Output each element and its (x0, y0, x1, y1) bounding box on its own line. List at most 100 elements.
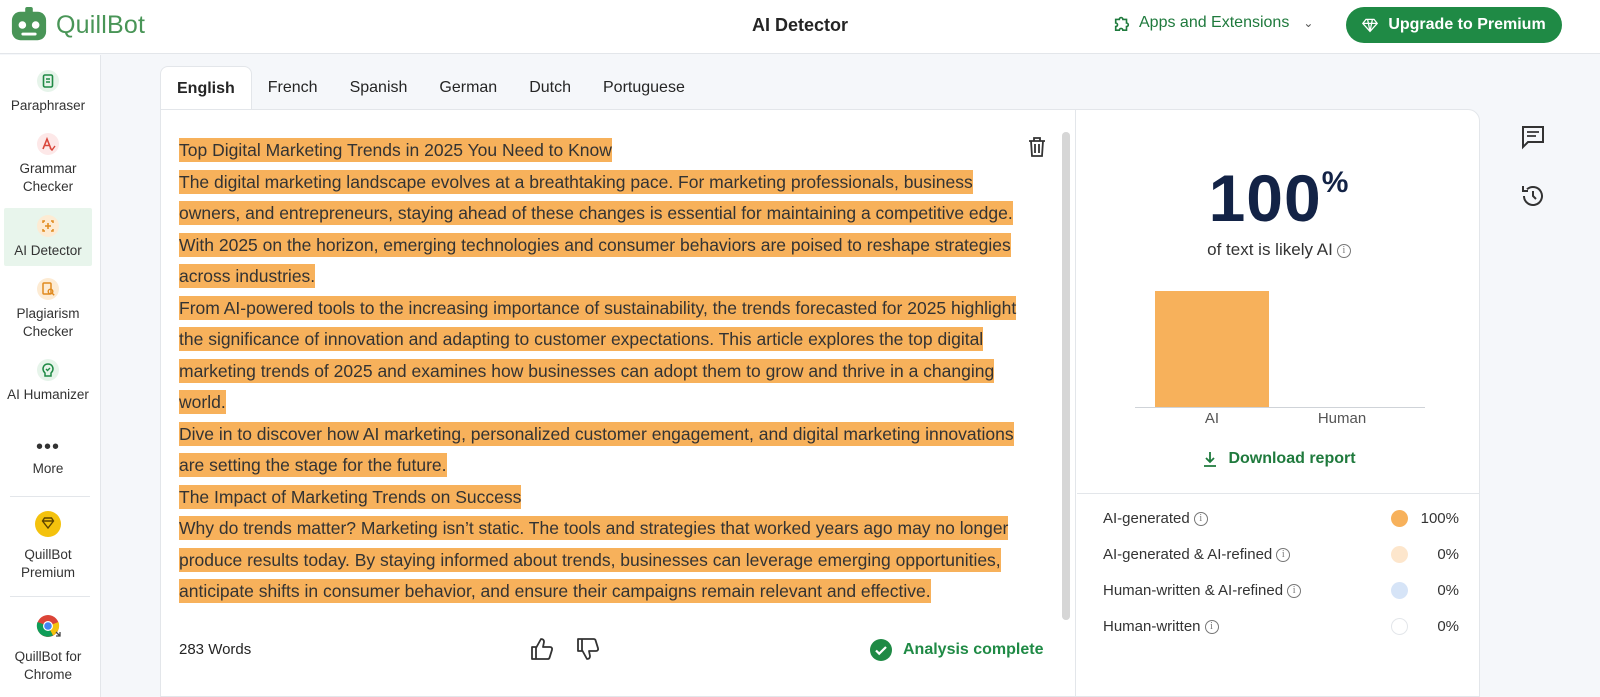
results-divider (1077, 493, 1479, 494)
info-icon[interactable]: i (1336, 243, 1351, 258)
sidebar-item-label: Plagiarism Checker (16, 306, 80, 339)
sidebar-item-quillbot-for-chrome[interactable]: QuillBot for Chrome (4, 612, 92, 686)
plagiarism-icon (37, 278, 59, 300)
language-tabs: English French Spanish German Dutch Port… (160, 66, 701, 110)
info-icon[interactable]: i (1287, 584, 1302, 599)
chart-bar-ai (1155, 291, 1269, 407)
tab-spanish[interactable]: Spanish (334, 66, 424, 110)
breakdown-value: 0% (1437, 618, 1459, 635)
paragraph: The digital marketing landscape evolves … (179, 167, 1019, 293)
feedback-comment-icon[interactable] (1520, 124, 1546, 150)
download-report-button[interactable]: Download report (1077, 450, 1479, 468)
detector-card: Top Digital Marketing Trends in 2025 You… (160, 109, 1480, 697)
upgrade-label: Upgrade to Premium (1388, 16, 1546, 33)
thumbs-up-icon[interactable] (529, 636, 555, 662)
paragraph: Why do trends matter? Marketing isn’t st… (179, 513, 1019, 608)
breakdown-row-ai-generated-ai-refined: AI-generated & AI-refined i 0% (1103, 544, 1463, 580)
tab-dutch[interactable]: Dutch (513, 66, 587, 110)
sidebar-item-ai-detector[interactable]: AI Detector (4, 208, 92, 266)
editor-footer: 283 Words Analysis complete (179, 636, 1059, 666)
download-label: Download report (1228, 450, 1356, 467)
puzzle-icon (1114, 16, 1130, 32)
status-text: Analysis complete (903, 641, 1044, 658)
diamond-icon (1362, 18, 1379, 33)
paragraph: From AI-powered tools to the increasing … (179, 293, 1019, 419)
thumbs-down-icon[interactable] (575, 636, 601, 662)
highlighted-text: The Impact of Marketing Trends on Succes… (179, 484, 522, 509)
paragraph: Top Digital Marketing Trends in 2025 You… (179, 135, 1019, 167)
paraphraser-icon (37, 70, 59, 92)
ai-score-value: 100 (1208, 161, 1322, 235)
sidebar-divider (10, 596, 90, 597)
sidebar-divider (10, 496, 90, 497)
tab-french[interactable]: French (252, 66, 334, 110)
percent-sign: % (1321, 166, 1350, 199)
grammar-icon (37, 133, 59, 155)
breakdown-label: Human-written & AI-refined i (1103, 582, 1302, 599)
editor-panel: Top Digital Marketing Trends in 2025 You… (161, 110, 1076, 696)
info-icon[interactable]: i (1204, 620, 1219, 635)
tab-portuguese[interactable]: Portuguese (587, 66, 701, 110)
breakdown-label: AI-generated i (1103, 510, 1208, 527)
breakdown-label: Human-written i (1103, 618, 1219, 635)
ai-score: 100% (1077, 160, 1479, 236)
word-count: 283 Words (179, 641, 252, 658)
apps-and-extensions-menu[interactable]: Apps and Extensions ⌄ (1113, 14, 1313, 32)
info-icon[interactable]: i (1193, 512, 1208, 527)
analysis-status: Analysis complete (869, 638, 1044, 662)
breakdown-row-human-written: Human-written i 0% (1103, 616, 1463, 652)
ai-score-caption: of text is likely AI i (1077, 240, 1479, 260)
upgrade-button[interactable]: Upgrade to Premium (1346, 7, 1562, 43)
highlighted-text: From AI-powered tools to the increasing … (179, 295, 1017, 414)
breakdown-value: 0% (1437, 546, 1459, 563)
top-bar: QuillBot AI Detector Apps and Extensions… (0, 0, 1600, 54)
sidebar-item-label: QuillBot for Chrome (14, 649, 82, 682)
apps-label: Apps and Extensions (1139, 14, 1290, 31)
quillbot-logo[interactable]: QuillBot (10, 6, 145, 44)
sidebar-item-plagiarism-checker[interactable]: Plagiarism Checker (4, 277, 92, 343)
feedback-buttons (529, 636, 601, 662)
info-icon[interactable]: i (1276, 548, 1291, 563)
paragraph: The Impact of Marketing Trends on Succes… (179, 482, 1019, 514)
breakdown-row-human-written-ai-refined: Human-written & AI-refined i 0% (1103, 580, 1463, 616)
breakdown-label: AI-generated & AI-refined i (1103, 546, 1291, 563)
highlighted-text: The digital marketing landscape evolves … (179, 169, 1013, 288)
check-circle-icon (870, 639, 892, 661)
history-icon[interactable] (1520, 183, 1546, 209)
sidebar-item-label: Grammar Checker (19, 161, 77, 194)
ai-detector-icon (37, 215, 59, 237)
quillbot-logo-icon (11, 6, 47, 41)
chart-tick-label: AI (1204, 410, 1220, 427)
highlighted-text: Top Digital Marketing Trends in 2025 You… (179, 138, 612, 162)
sidebar-item-label: AI Detector (14, 243, 82, 258)
sidebar-item-quillbot-premium[interactable]: QuillBot Premium (4, 510, 92, 584)
results-panel: 100% of text is likely AI i AI Human Downl… (1077, 110, 1479, 696)
trash-icon[interactable] (1027, 136, 1047, 158)
caption-text: of text is likely AI (1207, 240, 1333, 259)
sidebar-item-label: AI Humanizer (7, 387, 89, 402)
sidebar-item-more[interactable]: ••• More (4, 436, 92, 484)
sidebar-item-paraphraser[interactable]: Paraphraser (4, 69, 92, 117)
brand-name: QuillBot (56, 10, 146, 39)
chevron-down-icon: ⌄ (1303, 16, 1314, 30)
more-icon: ••• (35, 436, 60, 458)
color-dot (1391, 618, 1408, 635)
chrome-icon (36, 615, 61, 637)
humanizer-icon (37, 359, 59, 381)
text-input-area[interactable]: Top Digital Marketing Trends in 2025 You… (179, 135, 1019, 613)
scrollbar-thumb[interactable] (1062, 132, 1070, 620)
color-dot (1391, 546, 1408, 563)
paragraph: Dive in to discover how AI marketing, pe… (179, 419, 1019, 482)
score-breakdown: AI-generated i 100% AI-generated & AI-ref… (1103, 508, 1463, 652)
tab-german[interactable]: German (423, 66, 513, 110)
premium-diamond-icon (35, 511, 61, 537)
sidebar-item-ai-humanizer[interactable]: AI Humanizer (4, 358, 92, 424)
sidebar-item-grammar-checker[interactable]: Grammar Checker (4, 132, 92, 198)
sidebar-item-label: Paraphraser (10, 98, 86, 113)
breakdown-value: 100% (1420, 510, 1459, 527)
tab-english[interactable]: English (160, 66, 252, 110)
highlighted-text: Why do trends matter? Marketing isn’t st… (179, 516, 1009, 603)
sidebar-item-label: More (32, 461, 64, 476)
ai-human-bar-chart: AI Human (1135, 280, 1425, 427)
chart-baseline (1135, 407, 1425, 408)
